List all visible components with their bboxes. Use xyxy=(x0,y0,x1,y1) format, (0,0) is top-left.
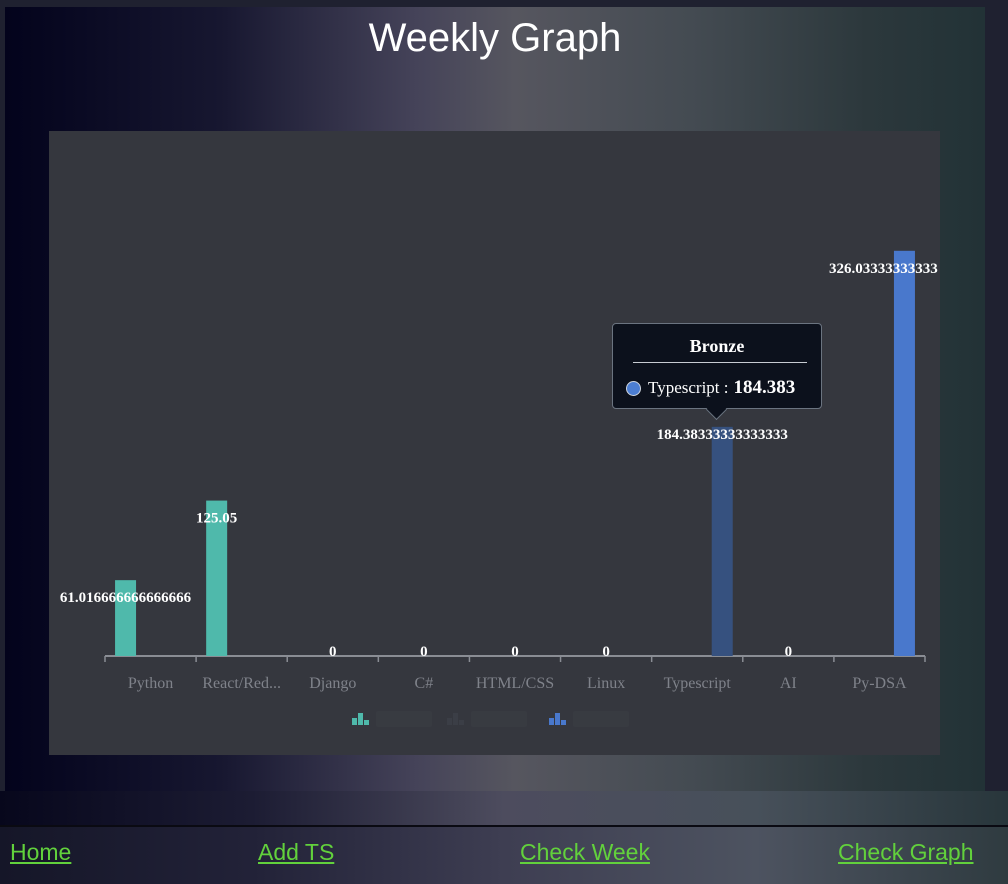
nav-check-graph-link[interactable]: Check Graph xyxy=(838,839,974,866)
legend-bar-icon xyxy=(459,720,464,725)
x-tick-label: Python xyxy=(128,675,173,692)
x-tick-label: Py-DSA xyxy=(852,675,907,692)
data-label: 326.03333333333 xyxy=(829,261,938,277)
legend-bar-icon xyxy=(358,713,363,725)
nav-home-link[interactable]: Home xyxy=(10,839,71,866)
legend-label-placeholder xyxy=(471,711,527,727)
tooltip-divider xyxy=(633,362,807,363)
x-tick-label: Linux xyxy=(587,675,625,692)
chart-container: 61.016666666666666 125.05 0 0 0 0 184.38333333… xyxy=(49,131,940,755)
data-label: 0 xyxy=(602,644,610,660)
footer-nav: Home Add TS Check Week Check Graph xyxy=(0,825,1008,884)
tooltip-row: Typescript : 184.383 xyxy=(626,377,821,399)
nav-add-ts-link[interactable]: Add TS xyxy=(258,839,334,866)
legend-label-placeholder xyxy=(376,711,432,727)
legend-bar-icon xyxy=(364,720,369,725)
legend-bar-icon xyxy=(453,713,458,725)
x-tick-label: AI xyxy=(780,675,797,692)
data-label: 0 xyxy=(420,644,428,660)
x-tick-label: C# xyxy=(415,675,434,692)
legend-label-placeholder xyxy=(573,711,629,727)
bottom-band xyxy=(0,791,1008,827)
tooltip-label: Typescript : xyxy=(648,378,729,397)
nav-check-week-link[interactable]: Check Week xyxy=(520,839,650,866)
x-tick-label: HTML/CSS xyxy=(476,675,554,692)
tooltip-title: Bronze xyxy=(689,336,745,356)
data-label: 184.38333333333333 xyxy=(657,427,788,443)
legend-bar-icon xyxy=(549,718,554,725)
legend-bar-icon xyxy=(447,718,452,725)
x-tick-label: React/Red... xyxy=(202,675,281,692)
bar-chart: 61.016666666666666 125.05 0 0 0 0 184.38333333… xyxy=(60,250,938,727)
data-label: 125.05 xyxy=(196,511,237,527)
x-tick-label: Django xyxy=(309,675,356,692)
tooltip-value: 184.383 xyxy=(733,377,796,398)
data-label: 0 xyxy=(785,644,793,660)
legend-bar-icon xyxy=(352,718,357,725)
legend-bar-icon xyxy=(555,713,560,725)
x-tick-label: Typescript xyxy=(664,675,732,692)
data-label: 0 xyxy=(511,644,519,660)
tooltip-series-dot-icon xyxy=(626,380,641,396)
bar xyxy=(893,250,915,656)
bar xyxy=(711,426,733,656)
chart-tooltip: Bronze Typescript : 184.383 xyxy=(612,323,822,409)
legend-bar-icon xyxy=(561,720,566,725)
data-label: 0 xyxy=(329,644,337,660)
page-title: Weekly Graph xyxy=(368,16,622,60)
data-label: 61.016666666666666 xyxy=(60,590,192,606)
